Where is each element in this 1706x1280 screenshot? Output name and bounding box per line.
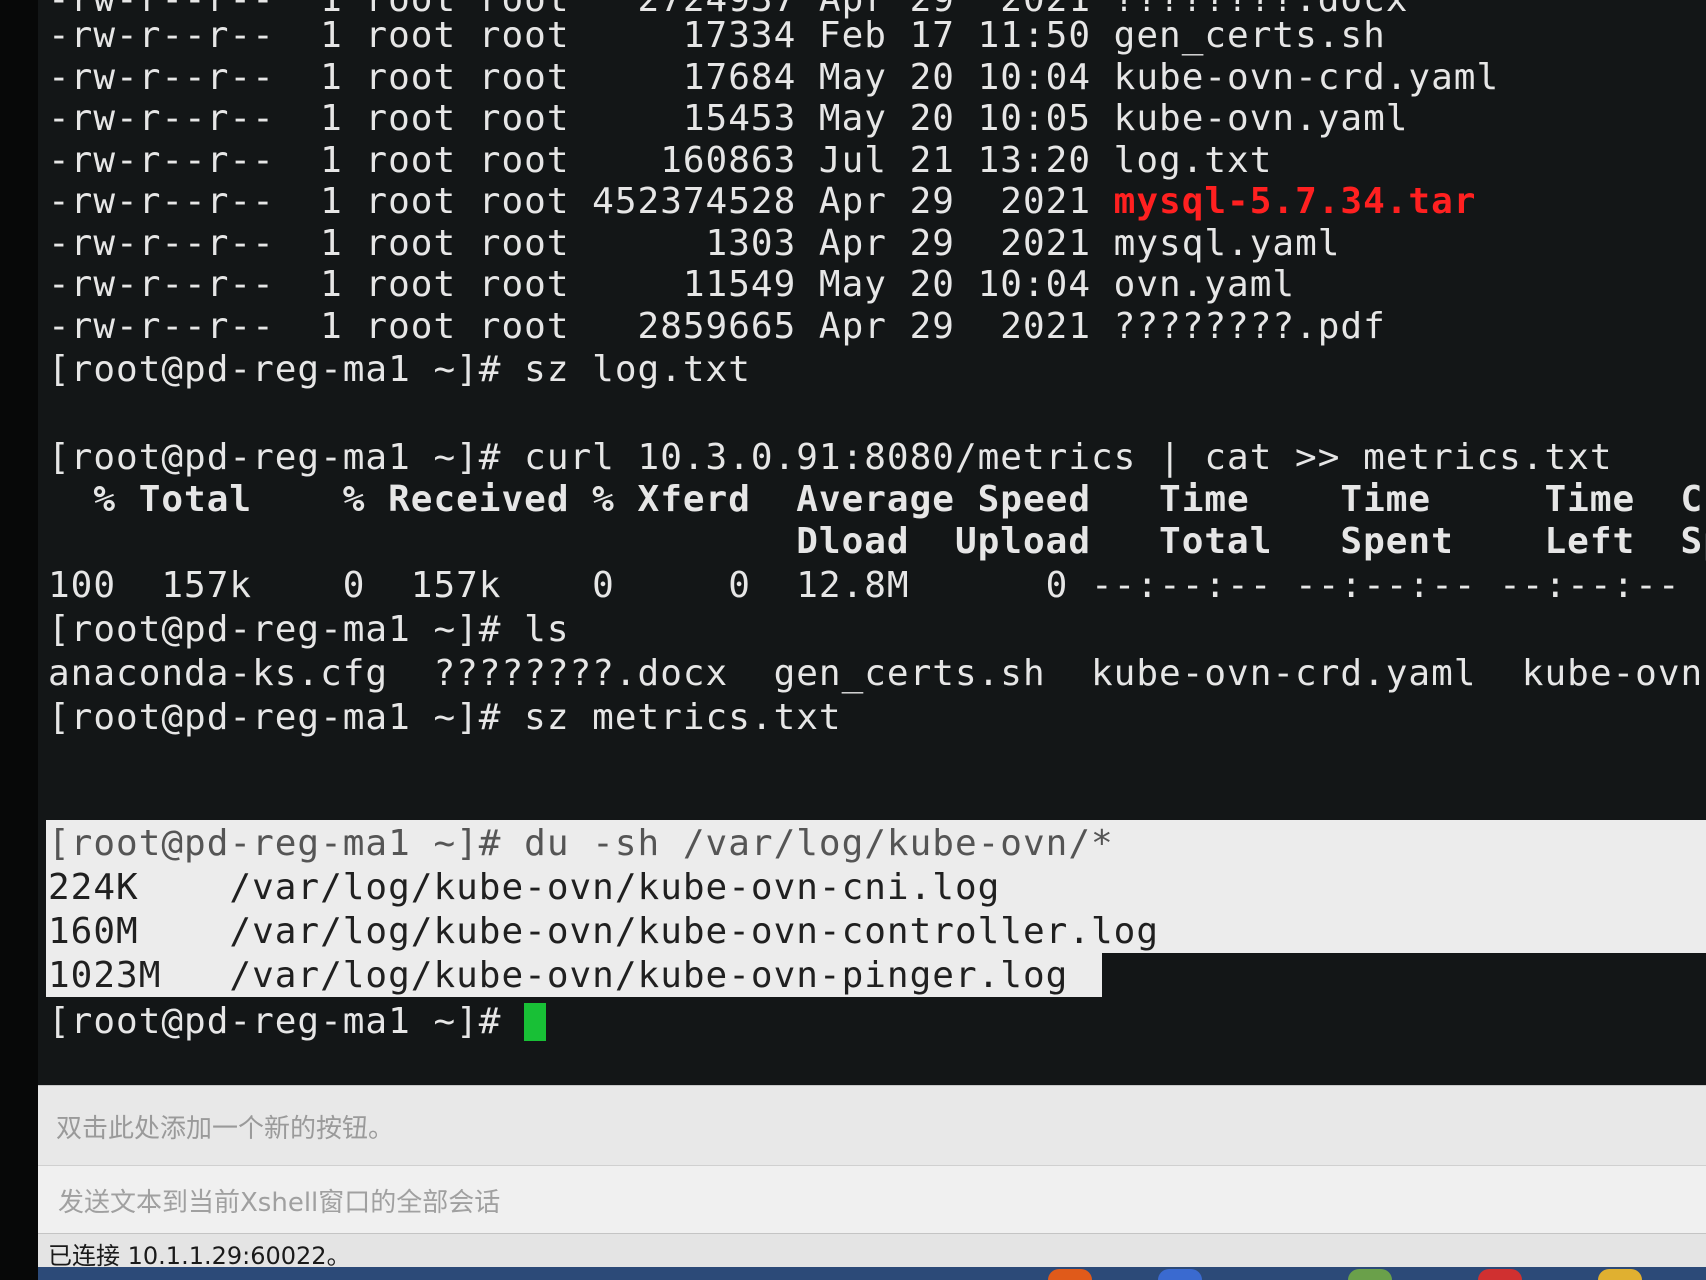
listing-row-attrs: -rw-r--r-- 1 root root 15453 May 20 10:0… <box>48 98 1114 139</box>
compose-input-placeholder[interactable]: 发送文本到当前Xshell窗口的全部会话 <box>58 1182 500 1219</box>
ls-output: anaconda-ks.cfg ????????.docx gen_certs.… <box>48 653 1706 694</box>
terminal-line-sz-metrics: [root@pd-reg-ma1 ~]# sz metrics.txt <box>48 697 842 738</box>
listing-row: -rw-r--r-- 1 root root 160863 Jul 21 13:… <box>48 139 1272 183</box>
listing-row: -rw-r--r-- 1 root root 11549 May 20 10:0… <box>48 263 1295 307</box>
shell-prompt: [root@pd-reg-ma1 ~]# <box>48 1001 525 1042</box>
terminal-prompt-line[interactable]: [root@pd-reg-ma1 ~]# <box>48 1000 547 1044</box>
terminal-line-du: [root@pd-reg-ma1 ~]# du -sh /var/log/kub… <box>48 823 1114 864</box>
compose-bar[interactable]: 发送文本到当前Xshell窗口的全部会话 <box>38 1165 1706 1234</box>
quick-button-bar[interactable]: 双击此处添加一个新的按钮。 <box>38 1085 1706 1166</box>
os-taskbar <box>38 1267 1706 1280</box>
listing-row-attrs: -rw-r--r-- 1 root root 1303 Apr 29 2021 <box>48 222 1114 264</box>
curl-header-row-1: % Total % Received % Xferd Average Speed… <box>48 479 1706 520</box>
listing-row-attrs: -rw-r--r-- 1 root root 452374528 Apr 29 … <box>48 181 1114 222</box>
curl-progress-row: 100 157k 0 157k 0 0 12.8M 0 --:--:-- --:… <box>48 565 1706 606</box>
listing-filename: mysql.yaml <box>1113 222 1341 264</box>
listing-row-attrs: -rw-r--r-- 1 root root 160863 Jul 21 13:… <box>48 139 1114 181</box>
taskbar-app-icon[interactable] <box>1478 1269 1522 1280</box>
listing-row-attrs: -rw-r--r-- 1 root root 17334 Feb 17 11:5… <box>48 15 1114 56</box>
taskbar-app-icon[interactable] <box>1598 1269 1642 1280</box>
du-output-line: 224K /var/log/kube-ovn/kube-ovn-cni.log <box>48 867 1001 908</box>
curl-header-row-2: Dload Upload Total Spent Left Speed <box>48 521 1706 562</box>
listing-filename: gen_certs.sh <box>1113 15 1386 56</box>
listing-row-attrs: -rw-r--r-- 1 root root 17684 May 20 10:0… <box>48 56 1114 98</box>
listing-row: -rw-r--r-- 1 root root 2859665 Apr 29 20… <box>48 305 1386 349</box>
listing-row: -rw-r--r-- 1 root root 15453 May 20 10:0… <box>48 97 1408 141</box>
taskbar-app-icon[interactable] <box>1348 1269 1392 1280</box>
listing-filename: mysql-5.7.34.tar <box>1113 181 1477 222</box>
listing-filename: kube-ovn-crd.yaml <box>1113 56 1500 98</box>
listing-filename: ovn.yaml <box>1113 264 1296 305</box>
listing-filename: kube-ovn.yaml <box>1113 98 1409 139</box>
terminal-line-sz-log: [root@pd-reg-ma1 ~]# sz log.txt <box>48 349 751 390</box>
status-bar: 已连接 10.1.1.29:60022。 <box>38 1233 1706 1270</box>
listing-row-attrs: -rw-r--r-- 1 root root 11549 May 20 10:0… <box>48 264 1114 305</box>
taskbar-app-icon[interactable] <box>1158 1269 1202 1280</box>
terminal-line-curl: [root@pd-reg-ma1 ~]# curl 10.3.0.91:8080… <box>48 437 1613 478</box>
connection-status: 已连接 10.1.1.29:60022。 <box>48 1242 351 1270</box>
button-bar-hint: 双击此处添加一个新的按钮。 <box>56 1114 395 1144</box>
du-output-line: 1023M /var/log/kube-ovn/kube-ovn-pinger.… <box>48 955 1069 996</box>
terminal-window[interactable]: -rw-r--r-- 1 root root 2724937 Apr 29 20… <box>38 0 1706 1085</box>
taskbar-app-icon[interactable] <box>1048 1269 1092 1280</box>
listing-row: -rw-r--r-- 1 root root 1303 Apr 29 2021 … <box>48 222 1340 266</box>
listing-row: -rw-r--r-- 1 root root 17684 May 20 10:0… <box>48 56 1499 100</box>
listing-filename: ????????.pdf <box>1113 305 1386 347</box>
listing-row: -rw-r--r-- 1 root root 17334 Feb 17 11:5… <box>48 14 1386 58</box>
listing-row-attrs: -rw-r--r-- 1 root root 2859665 Apr 29 20… <box>48 305 1114 347</box>
listing-filename: log.txt <box>1113 139 1273 181</box>
listing-row: -rw-r--r-- 1 root root 452374528 Apr 29 … <box>48 180 1476 224</box>
monitor-bezel <box>0 0 38 1280</box>
terminal-line-ls: [root@pd-reg-ma1 ~]# ls <box>48 609 570 650</box>
du-output-line: 160M /var/log/kube-ovn/kube-ovn-controll… <box>48 911 1160 952</box>
text-cursor <box>524 1003 547 1041</box>
